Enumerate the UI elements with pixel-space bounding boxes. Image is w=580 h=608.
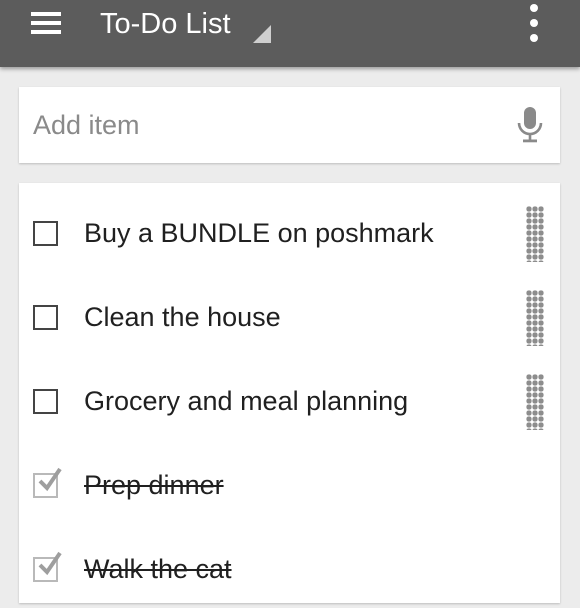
app-title[interactable]: To-Do List xyxy=(100,6,231,42)
app-bar: To-Do List xyxy=(0,0,580,67)
item-checkbox[interactable] xyxy=(33,305,58,330)
list-item: Buy a BUNDLE on poshmark xyxy=(19,188,560,272)
item-label[interactable]: Buy a BUNDLE on poshmark xyxy=(84,216,434,250)
item-label[interactable]: Clean the house xyxy=(84,300,281,334)
item-checkbox-checked[interactable] xyxy=(33,551,62,582)
drag-handle-icon[interactable] xyxy=(526,206,544,262)
list-item: Grocery and meal planning xyxy=(19,356,560,440)
list-item: Clean the house xyxy=(19,272,560,356)
dropdown-triangle-icon[interactable] xyxy=(253,25,271,43)
item-checkbox-checked[interactable] xyxy=(33,467,62,498)
more-vert-icon[interactable] xyxy=(521,4,549,42)
drag-handle-icon[interactable] xyxy=(526,290,544,346)
item-label[interactable]: Walk the cat xyxy=(84,552,232,586)
check-icon xyxy=(38,467,62,492)
todo-list: Buy a BUNDLE on poshmark Clean the house… xyxy=(19,183,560,603)
item-checkbox[interactable] xyxy=(33,389,58,414)
check-icon xyxy=(38,551,62,576)
drag-handle-icon[interactable] xyxy=(526,374,544,430)
add-item-card xyxy=(19,87,560,163)
item-label[interactable]: Grocery and meal planning xyxy=(84,384,408,418)
item-checkbox[interactable] xyxy=(33,221,58,246)
list-item: Walk the cat xyxy=(19,524,560,608)
microphone-icon[interactable] xyxy=(516,107,544,145)
list-item: Prep dinner xyxy=(19,440,560,524)
item-label[interactable]: Prep dinner xyxy=(84,468,224,502)
add-item-input[interactable] xyxy=(33,103,493,147)
hamburger-icon[interactable] xyxy=(31,12,61,34)
